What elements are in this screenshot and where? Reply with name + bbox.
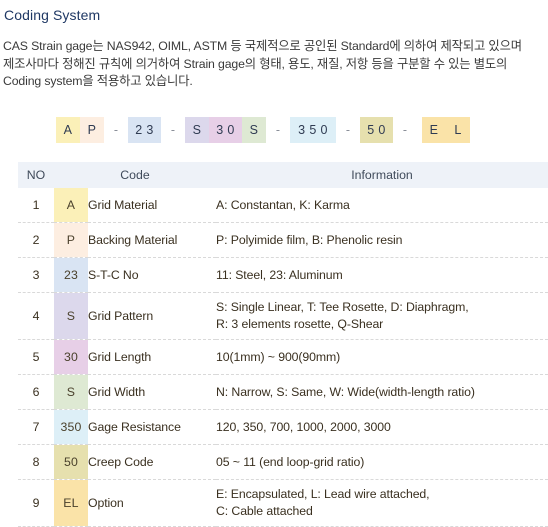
code-badge: P — [54, 223, 88, 257]
code-badge: 23 — [54, 258, 88, 292]
code-strip-chip: A — [56, 117, 80, 143]
cell-code-name: Grid Length — [88, 339, 216, 375]
code-strip-chip: S — [242, 117, 266, 143]
cell-information: P: Polyimide film, B: Phenolic resin — [216, 222, 548, 258]
information-line: E: Encapsulated, L: Lead wire attached, — [216, 487, 430, 501]
cell-no: 3 — [18, 257, 54, 293]
code-strip-chip: 5 0 — [360, 117, 393, 143]
cell-no: 8 — [18, 444, 54, 480]
code-badge: S — [54, 375, 88, 409]
cell-information: A: Constantan, K: Karma — [216, 188, 548, 223]
cell-code: P — [54, 222, 88, 258]
cell-code: 50 — [54, 444, 88, 480]
code-strip-separator: - — [275, 123, 281, 137]
cell-information: N: Narrow, S: Same, W: Wide(width-length… — [216, 374, 548, 410]
coding-system-page: Coding System CAS Strain gage는 NAS942, O… — [0, 0, 548, 527]
code-strip-chip: P — [80, 117, 104, 143]
code-badge: 30 — [54, 340, 88, 374]
table-row: 6 S Grid Width N: Narrow, S: Same, W: Wide(… — [18, 374, 548, 410]
cell-information: S: Single Linear, T: Tee Rosette, D: Dia… — [216, 292, 548, 340]
cell-information: 05 ~ 11 (end loop-grid ratio) — [216, 444, 548, 480]
information-line: 05 ~ 11 (end loop-grid ratio) — [216, 454, 365, 469]
cell-no: 4 — [18, 292, 54, 340]
code-strip-chip: S — [185, 117, 209, 143]
information-line: P: Polyimide film, B: Phenolic resin — [216, 232, 403, 247]
information-line: A: Constantan, K: Karma — [216, 197, 350, 212]
cell-code-name: Backing Material — [88, 222, 216, 258]
information-line: C: Cable attached — [216, 504, 313, 518]
intro-line: 제조사마다 정해진 규칙에 의거하여 Strain gage의 형태, 용도, … — [3, 56, 508, 71]
cell-information: E: Encapsulated, L: Lead wire attached, C… — [216, 479, 548, 527]
intro-paragraph: CAS Strain gage는 NAS942, OIML, ASTM 등 국제… — [3, 38, 543, 91]
information-line: 120, 350, 700, 1000, 2000, 3000 — [216, 419, 391, 434]
table-body: 1 A Grid Material A: Constantan, K: Karma 2 P… — [18, 188, 548, 527]
cell-code-name: Creep Code — [88, 444, 216, 480]
cell-code: S — [54, 374, 88, 410]
information-line: R: 3 elements rosette, Q-Shear — [216, 317, 384, 331]
cell-code-name: Grid Material — [88, 198, 158, 212]
code-badge: A — [54, 188, 88, 222]
code-strip-separator: - — [345, 123, 351, 137]
code-badge: S — [54, 293, 88, 339]
cell-code: S — [54, 292, 88, 340]
code-strip-chip: L — [446, 117, 470, 143]
cell-no: 7 — [18, 409, 54, 445]
cell-code: 23 — [54, 257, 88, 293]
code-strip-separator: - — [113, 123, 119, 137]
table-row: 8 50 Creep Code 05 ~ 11 (end loop-grid rati… — [18, 444, 548, 480]
cell-code-name: S-T-C No — [88, 257, 216, 293]
code-strip-chip: 3 5 0 — [290, 117, 336, 143]
coding-table: NO Code Information 1 A Grid Material A: Co… — [18, 162, 548, 527]
code-sequence-strip: AP-2 3-S3 0S-3 5 0-5 0-EL — [56, 117, 470, 143]
table-row: 5 30 Grid Length 10(1mm) ~ 900(90mm) — [18, 339, 548, 375]
cell-no: 9 — [18, 479, 54, 527]
cell-no: 5 — [18, 339, 54, 375]
information-line: 10(1mm) ~ 900(90mm) — [216, 349, 341, 364]
table-header-row: NO Code Information — [18, 162, 548, 188]
cell-information: 11: Steel, 23: Aluminum — [216, 257, 548, 293]
table-row: 3 23 S-T-C No 11: Steel, 23: Aluminum — [18, 257, 548, 293]
cell-code: 350 — [54, 409, 88, 445]
cell-no: 6 — [18, 374, 54, 410]
cell-code: EL — [54, 479, 88, 527]
column-header-no: NO — [18, 162, 54, 188]
code-strip-separator: - — [170, 123, 176, 137]
intro-line: Coding system을 적용하고 있습니다. — [3, 74, 193, 88]
cell-no: 1 — [32, 198, 40, 212]
cell-code: A — [54, 188, 88, 223]
code-strip-chip: 3 0 — [209, 117, 242, 143]
table-row: 7 350 Gage Resistance 120, 350, 700, 1000, … — [18, 409, 548, 445]
cell-code: 30 — [54, 339, 88, 375]
table-row: 9 EL Option E: Encapsulated, L: Lead wire a… — [18, 479, 548, 527]
code-strip-chip: E — [422, 117, 446, 143]
information-line: 11: Steel, 23: Aluminum — [216, 267, 343, 282]
information-line: N: Narrow, S: Same, W: Wide(width-length… — [216, 384, 475, 399]
code-strip-chip: 2 3 — [128, 117, 161, 143]
cell-code-name: Option — [88, 479, 216, 527]
intro-line: CAS Strain gage는 NAS942, OIML, ASTM 등 국제… — [3, 39, 522, 53]
code-badge: 50 — [54, 445, 88, 479]
cell-code-name: Gage Resistance — [88, 409, 216, 445]
table-row: 4 S Grid Pattern S: Single Linear, T: Tee R… — [18, 292, 548, 340]
code-badge: 350 — [54, 410, 88, 444]
page-title: Coding System — [4, 7, 101, 23]
table-row: 2 P Backing Material P: Polyimide film, B: … — [18, 222, 548, 258]
information-line: S: Single Linear, T: Tee Rosette, D: Dia… — [216, 300, 469, 314]
column-header-information: Information — [216, 162, 548, 188]
cell-code-name: Grid Width — [88, 374, 216, 410]
column-header-code: Code — [54, 162, 216, 188]
code-strip-separator: - — [402, 123, 408, 137]
cell-information: 10(1mm) ~ 900(90mm) — [216, 339, 548, 375]
table-header: NO Code Information — [18, 162, 548, 188]
cell-information: 120, 350, 700, 1000, 2000, 3000 — [216, 409, 548, 445]
table-row: 1 A Grid Material A: Constantan, K: Karma — [18, 188, 548, 223]
cell-code-name: Grid Pattern — [88, 292, 216, 340]
cell-no: 2 — [18, 222, 54, 258]
code-badge: EL — [54, 480, 88, 526]
